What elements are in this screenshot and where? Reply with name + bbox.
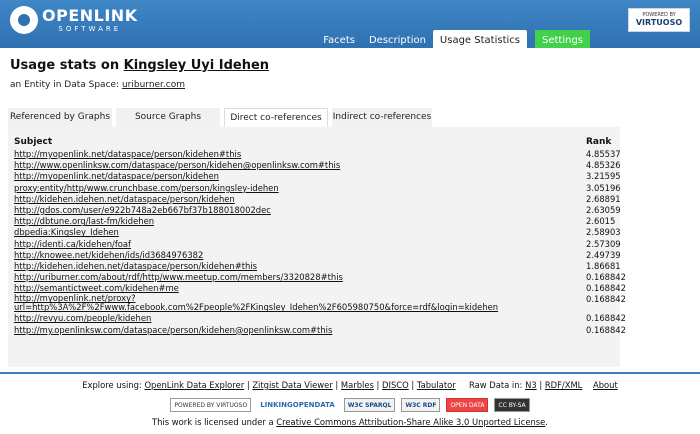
table-row: http://uriburner.com/about/rdf/http/www.…	[14, 272, 626, 283]
nav-usage-statistics[interactable]: Usage Statistics	[432, 30, 527, 48]
rank-value: 4.85537	[586, 149, 621, 159]
virtuoso-badge[interactable]: POWERED BY VIRTUOSO	[628, 8, 690, 32]
open-data-badge[interactable]: OPEN DATA	[446, 398, 489, 412]
rank-value: 0.168842	[586, 324, 626, 335]
entity-line: an Entity in Data Space: uriburner.com	[10, 80, 185, 90]
rank-column-header: Rank	[586, 137, 612, 147]
table-row: http://knowee.net/kidehen/ids/id36849763…	[14, 250, 626, 261]
subject-link[interactable]: http://revyu.com/people/kidehen	[14, 313, 564, 324]
subject-link[interactable]: http://myopenlink.net/dataspace/person/k…	[14, 149, 564, 160]
w3c-rdf-badge[interactable]: W3C RDF	[401, 398, 441, 412]
license-prefix: This work is licensed under a	[152, 417, 277, 427]
rank-value: 0.168842	[586, 294, 626, 305]
table-row: dbpedia:Kingsley_Idehen 2.58903	[14, 227, 626, 238]
co-references-table: http://myopenlink.net/dataspace/person/k…	[14, 149, 626, 336]
entity-link[interactable]: Kingsley Uyi Idehen	[124, 58, 269, 73]
link-rdf-xml[interactable]: RDF/XML	[545, 380, 583, 390]
table-row: http://kidehen.idehen.net/dataspace/pers…	[14, 194, 626, 205]
nav-settings[interactable]: Settings	[534, 30, 590, 48]
rank-value: 3.21595	[586, 171, 621, 182]
rank-value: 2.58903	[586, 227, 621, 238]
table-row: proxy:entity/http/www.crunchbase.com/per…	[14, 183, 626, 194]
subject-column-header: Subject	[14, 137, 53, 147]
table-row: http://dbtune.org/last-fm/kidehen 2.6015	[14, 216, 626, 227]
link-disco[interactable]: DISCO	[382, 380, 409, 390]
subject-link[interactable]: http://my.openlinksw.com/dataspace/perso…	[14, 325, 564, 336]
license-line: This work is licensed under a Creative C…	[0, 417, 700, 427]
link-tabulator[interactable]: Tabulator	[417, 380, 456, 390]
link-openlink-data-explorer[interactable]: OpenLink Data Explorer	[144, 380, 244, 390]
subject-link[interactable]: http://www.openlinksw.com/dataspace/pers…	[14, 160, 564, 171]
tab-indirect-co-references[interactable]: Indirect co-references	[332, 108, 432, 127]
link-n3[interactable]: N3	[525, 380, 537, 390]
rank-value: 2.49739	[586, 249, 621, 260]
rank-value: 2.63059	[586, 204, 621, 215]
table-row: http://my.openlinksw.com/dataspace/perso…	[14, 325, 626, 336]
header-bar: OPENLINK SOFTWARE Facets Description Usa…	[0, 0, 700, 48]
link-marbles[interactable]: Marbles	[341, 380, 374, 390]
table-row: http://myopenlink.net/dataspace/person/k…	[14, 149, 626, 160]
subject-link[interactable]: dbpedia:Kingsley_Idehen	[14, 227, 564, 238]
co-references-panel: Subject Rank http://myopenlink.net/datas…	[8, 127, 626, 367]
table-row: http://myopenlink.net/proxy?url=http%3A%…	[14, 294, 626, 313]
rank-value: 2.57309	[586, 238, 621, 249]
rank-value: 2.6015	[586, 216, 616, 227]
top-nav: Facets Description Usage Statistics Sett…	[316, 30, 590, 48]
logo-line1: OPENLINK	[42, 5, 138, 25]
license-suffix: .	[545, 417, 548, 427]
linking-open-data-badge[interactable]: LINKINGOPENDATA	[257, 398, 338, 412]
table-row: http://semantictweet.com/kidehen#me 0.168…	[14, 283, 626, 294]
subject-link[interactable]: http://identi.ca/kidehen/foaf	[14, 239, 564, 250]
subject-link[interactable]: http://uriburner.com/about/rdf/http/www.…	[14, 272, 564, 283]
rank-value: 2.68891	[586, 193, 621, 204]
raw-data-label: Raw Data in:	[468, 380, 523, 390]
title-prefix: Usage stats on	[10, 58, 124, 73]
nav-facets[interactable]: Facets	[316, 30, 362, 48]
nav-description[interactable]: Description	[362, 30, 433, 48]
table-row: http://revyu.com/people/kidehen 0.168842	[14, 313, 626, 324]
rank-value: 4.85326	[586, 160, 621, 171]
table-row: http://gdos.com/user/e922b748a2eb667bf37…	[14, 205, 626, 216]
openlink-logo-icon	[10, 6, 38, 34]
rank-value: 0.168842	[586, 272, 626, 283]
subject-link[interactable]: http://semantictweet.com/kidehen#me	[14, 283, 564, 294]
powered-by-virtuoso-badge[interactable]: POWERED BY VIRTUOSO	[170, 398, 252, 412]
entity-line-prefix: an Entity in Data Space:	[10, 80, 122, 90]
badge-name-text: VIRTUOSO	[635, 18, 683, 27]
explore-bar: Explore using: OpenLink Data Explorer | …	[82, 380, 618, 390]
stats-tabs: Referenced by Graphs Source Graphs Direc…	[8, 108, 436, 127]
rank-value: 0.168842	[586, 283, 626, 294]
subject-link[interactable]: http://kidehen.idehen.net/dataspace/pers…	[14, 194, 564, 205]
table-row: http://myopenlink.net/dataspace/person/k…	[14, 171, 626, 182]
tab-referenced-by-graphs[interactable]: Referenced by Graphs	[8, 108, 112, 127]
subject-link[interactable]: http://dbtune.org/last-fm/kidehen	[14, 216, 564, 227]
tab-source-graphs[interactable]: Source Graphs	[116, 108, 220, 127]
subject-link[interactable]: http://knowee.net/kidehen/ids/id36849763…	[14, 250, 564, 261]
page-title: Usage stats on Kingsley Uyi Idehen	[10, 58, 269, 73]
subject-link[interactable]: http://myopenlink.net/dataspace/person/k…	[14, 171, 564, 182]
subject-link[interactable]: proxy:entity/http/www.crunchbase.com/per…	[14, 183, 564, 194]
explore-label: Explore using:	[82, 380, 142, 390]
link-zitgist-data-viewer[interactable]: Zitgist Data Viewer	[252, 380, 332, 390]
data-space-link[interactable]: uriburner.com	[122, 80, 185, 90]
rank-value: 0.168842	[586, 313, 626, 324]
subject-link[interactable]: http://gdos.com/user/e922b748a2eb667bf37…	[14, 205, 564, 216]
table-row: http://www.openlinksw.com/dataspace/pers…	[14, 160, 626, 171]
rank-value: 1.86681	[586, 260, 621, 271]
license-link[interactable]: Creative Commons Attribution-Share Alike…	[276, 417, 545, 427]
link-about[interactable]: About	[593, 380, 618, 390]
table-row: http://kidehen.idehen.net/dataspace/pers…	[14, 261, 626, 272]
cc-by-sa-badge[interactable]: CC BY-SA	[494, 398, 530, 412]
footer-badges: POWERED BY VIRTUOSO LINKINGOPENDATA W3C …	[0, 398, 700, 412]
tab-direct-co-references[interactable]: Direct co-references	[224, 108, 328, 127]
table-row: http://identi.ca/kidehen/foaf 2.57309	[14, 239, 626, 250]
logo-line2: SOFTWARE	[58, 24, 122, 33]
rank-value: 3.05196	[586, 182, 621, 193]
w3c-sparql-badge[interactable]: W3C SPARQL	[343, 398, 396, 412]
subject-link[interactable]: http://myopenlink.net/proxy?url=http%3A%…	[14, 294, 564, 312]
openlink-logo[interactable]: OPENLINK SOFTWARE	[10, 6, 138, 34]
subject-link[interactable]: http://kidehen.idehen.net/dataspace/pers…	[14, 261, 564, 272]
footer-divider	[0, 372, 700, 374]
